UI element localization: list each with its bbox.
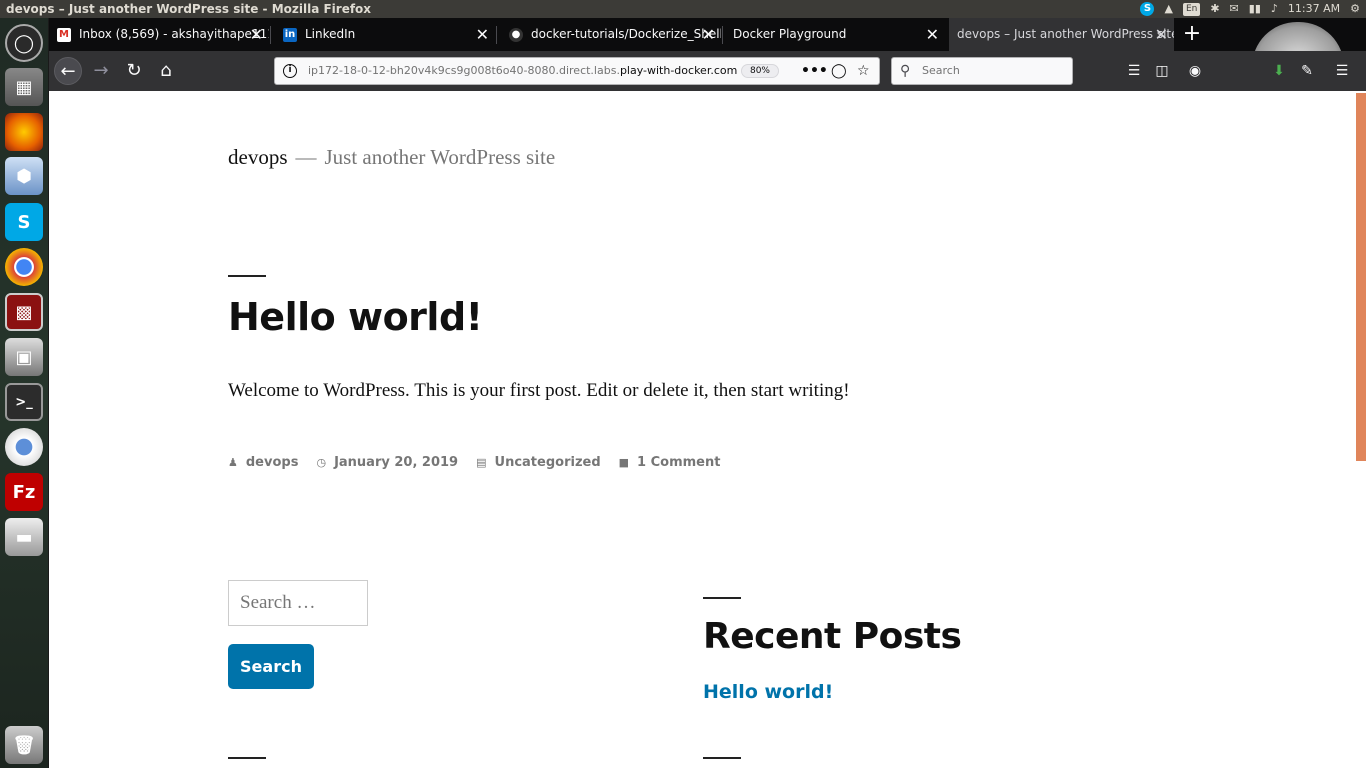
bookmark-star-icon[interactable]: ☆ <box>857 58 870 84</box>
wifi-icon[interactable]: ▲ <box>1164 0 1172 18</box>
close-tab-icon[interactable]: ✕ <box>1155 18 1168 51</box>
site-name-link[interactable]: devops <box>228 145 288 169</box>
site-header: devops — Just another WordPress site <box>228 145 555 170</box>
zoom-indicator[interactable]: 80% <box>741 64 779 78</box>
author-icon: ♟ <box>228 456 238 469</box>
post-content: Welcome to WordPress. This is your first… <box>228 380 850 401</box>
tab-docker-playground[interactable]: Docker Playground ✕ <box>725 18 945 51</box>
tab-github[interactable]: ● docker-tutorials/Dockerize_Shell_ ✕ <box>501 18 721 51</box>
volume-icon[interactable]: ♪ <box>1271 0 1278 18</box>
site-description: Just another WordPress site <box>324 145 556 169</box>
new-tab-button[interactable]: + <box>1180 18 1204 51</box>
widget-divider <box>228 757 266 759</box>
chromium-icon[interactable] <box>5 428 43 466</box>
library-icon[interactable]: ☰ <box>1124 61 1144 81</box>
post-category-link[interactable]: Uncategorized <box>495 455 601 470</box>
page-scrollbar-thumb[interactable] <box>1356 93 1366 461</box>
tab-separator <box>270 26 271 44</box>
close-tab-icon[interactable]: ✕ <box>926 18 939 51</box>
system-tray: S ▲ En ✱ ✉ ▮▮ ♪ 11:37 AM ⚙ <box>1140 0 1360 18</box>
post-comments-link[interactable]: 1 Comment <box>637 455 720 470</box>
linkedin-icon: in <box>283 27 297 42</box>
keyboard-layout-indicator[interactable]: En <box>1182 2 1201 16</box>
page-actions-icon[interactable]: ••• <box>801 58 828 84</box>
sidebar-icon[interactable]: ◫ <box>1152 61 1172 81</box>
title-separator: — <box>295 145 317 169</box>
terminal-app-icon[interactable]: ▩ <box>5 293 43 331</box>
search-input[interactable]: Search … <box>228 580 368 626</box>
search-button[interactable]: Search <box>228 644 314 689</box>
mail-icon[interactable]: ✉ <box>1230 0 1239 18</box>
close-tab-icon[interactable]: ✕ <box>702 18 715 51</box>
files-icon[interactable]: ▦ <box>5 68 43 106</box>
search-icon: ⚲ <box>900 63 911 79</box>
clock[interactable]: 11:37 AM <box>1288 0 1340 18</box>
home-button[interactable]: ⌂ <box>152 57 180 85</box>
url-text[interactable]: ip172-18-0-12-bh20v4k9cs9g008t6o40-8080.… <box>308 58 737 84</box>
recent-post-link[interactable]: Hello world! <box>703 681 833 703</box>
extension-binoculars-icon[interactable]: ◉ <box>1185 61 1205 81</box>
firefox-icon[interactable] <box>5 113 43 151</box>
filezilla-icon[interactable]: Fz <box>5 473 43 511</box>
skype-icon[interactable]: S <box>5 203 43 241</box>
search-placeholder: Search <box>922 64 960 77</box>
pocket-icon[interactable]: ◯ <box>831 58 847 84</box>
window-title: devops – Just another WordPress site - M… <box>6 2 372 16</box>
extension-pencil-icon[interactable]: ✎ <box>1297 61 1317 81</box>
virtualbox-icon[interactable]: ⬢ <box>5 157 43 195</box>
settings-gear-icon[interactable]: ⚙ <box>1350 0 1360 18</box>
tab-separator <box>496 26 497 44</box>
unity-launcher: ◯ ▦ ⬢ S ▩ ▣ >_ Fz ▬ 🗑 <box>0 18 49 768</box>
reload-button[interactable]: ↻ <box>120 57 148 85</box>
clock-icon: ◷ <box>316 456 327 469</box>
computer-icon[interactable]: ▣ <box>5 338 43 376</box>
back-button[interactable]: ← <box>54 57 82 85</box>
tab-gmail[interactable]: M Inbox (8,569) - akshayithape1111 ✕ <box>49 18 269 51</box>
battery-icon[interactable]: ▮▮ <box>1249 0 1261 18</box>
post-author-link[interactable]: devops <box>246 455 299 470</box>
navigation-toolbar: ← → ↻ ⌂ i ip172-18-0-12-bh20v4k9cs9g008t… <box>49 51 1366 91</box>
web-page: devops — Just another WordPress site Hello… <box>49 91 1355 768</box>
tab-strip: M Inbox (8,569) - akshayithape1111 ✕ in Li… <box>49 18 1366 51</box>
trash-icon[interactable]: 🗑 <box>5 726 43 764</box>
tab-separator <box>722 26 723 44</box>
comment-icon: ■ <box>618 456 630 469</box>
widget-divider <box>703 597 741 599</box>
skype-icon[interactable]: S <box>1140 2 1155 16</box>
forward-button[interactable]: → <box>87 57 115 85</box>
post-divider <box>228 275 266 277</box>
disk-icon[interactable]: ▬ <box>5 518 43 556</box>
gmail-icon: M <box>57 27 71 42</box>
url-bar[interactable]: i ip172-18-0-12-bh20v4k9cs9g008t6o40-808… <box>274 57 880 85</box>
post-meta: ♟ devops ◷ January 20, 2019 ▤ Uncategori… <box>228 455 738 470</box>
ubuntu-logo-icon[interactable]: ◯ <box>5 24 43 62</box>
post-title[interactable]: Hello world! <box>228 295 483 339</box>
menu-icon[interactable]: ☰ <box>1332 61 1352 81</box>
site-info-icon[interactable]: i <box>283 64 297 78</box>
bluetooth-icon[interactable]: ✱ <box>1210 0 1219 18</box>
download-icon[interactable]: ⬇ <box>1269 61 1289 81</box>
search-bar[interactable]: ⚲ Search <box>891 57 1073 85</box>
tab-linkedin[interactable]: in LinkedIn ✕ <box>275 18 495 51</box>
post-date-link[interactable]: January 20, 2019 <box>334 455 458 470</box>
close-tab-icon[interactable]: ✕ <box>476 18 489 51</box>
chrome-icon[interactable] <box>5 248 43 286</box>
recent-posts-title: Recent Posts <box>703 616 962 657</box>
widget-divider <box>703 757 741 759</box>
github-icon: ● <box>509 27 523 42</box>
system-top-panel: devops – Just another WordPress site - M… <box>0 0 1366 18</box>
close-tab-icon[interactable]: ✕ <box>250 18 263 51</box>
tab-wordpress-active[interactable]: devops – Just another WordPress site ✕ <box>949 18 1174 51</box>
folder-icon: ▤ <box>476 456 487 469</box>
terminal-icon[interactable]: >_ <box>5 383 43 421</box>
